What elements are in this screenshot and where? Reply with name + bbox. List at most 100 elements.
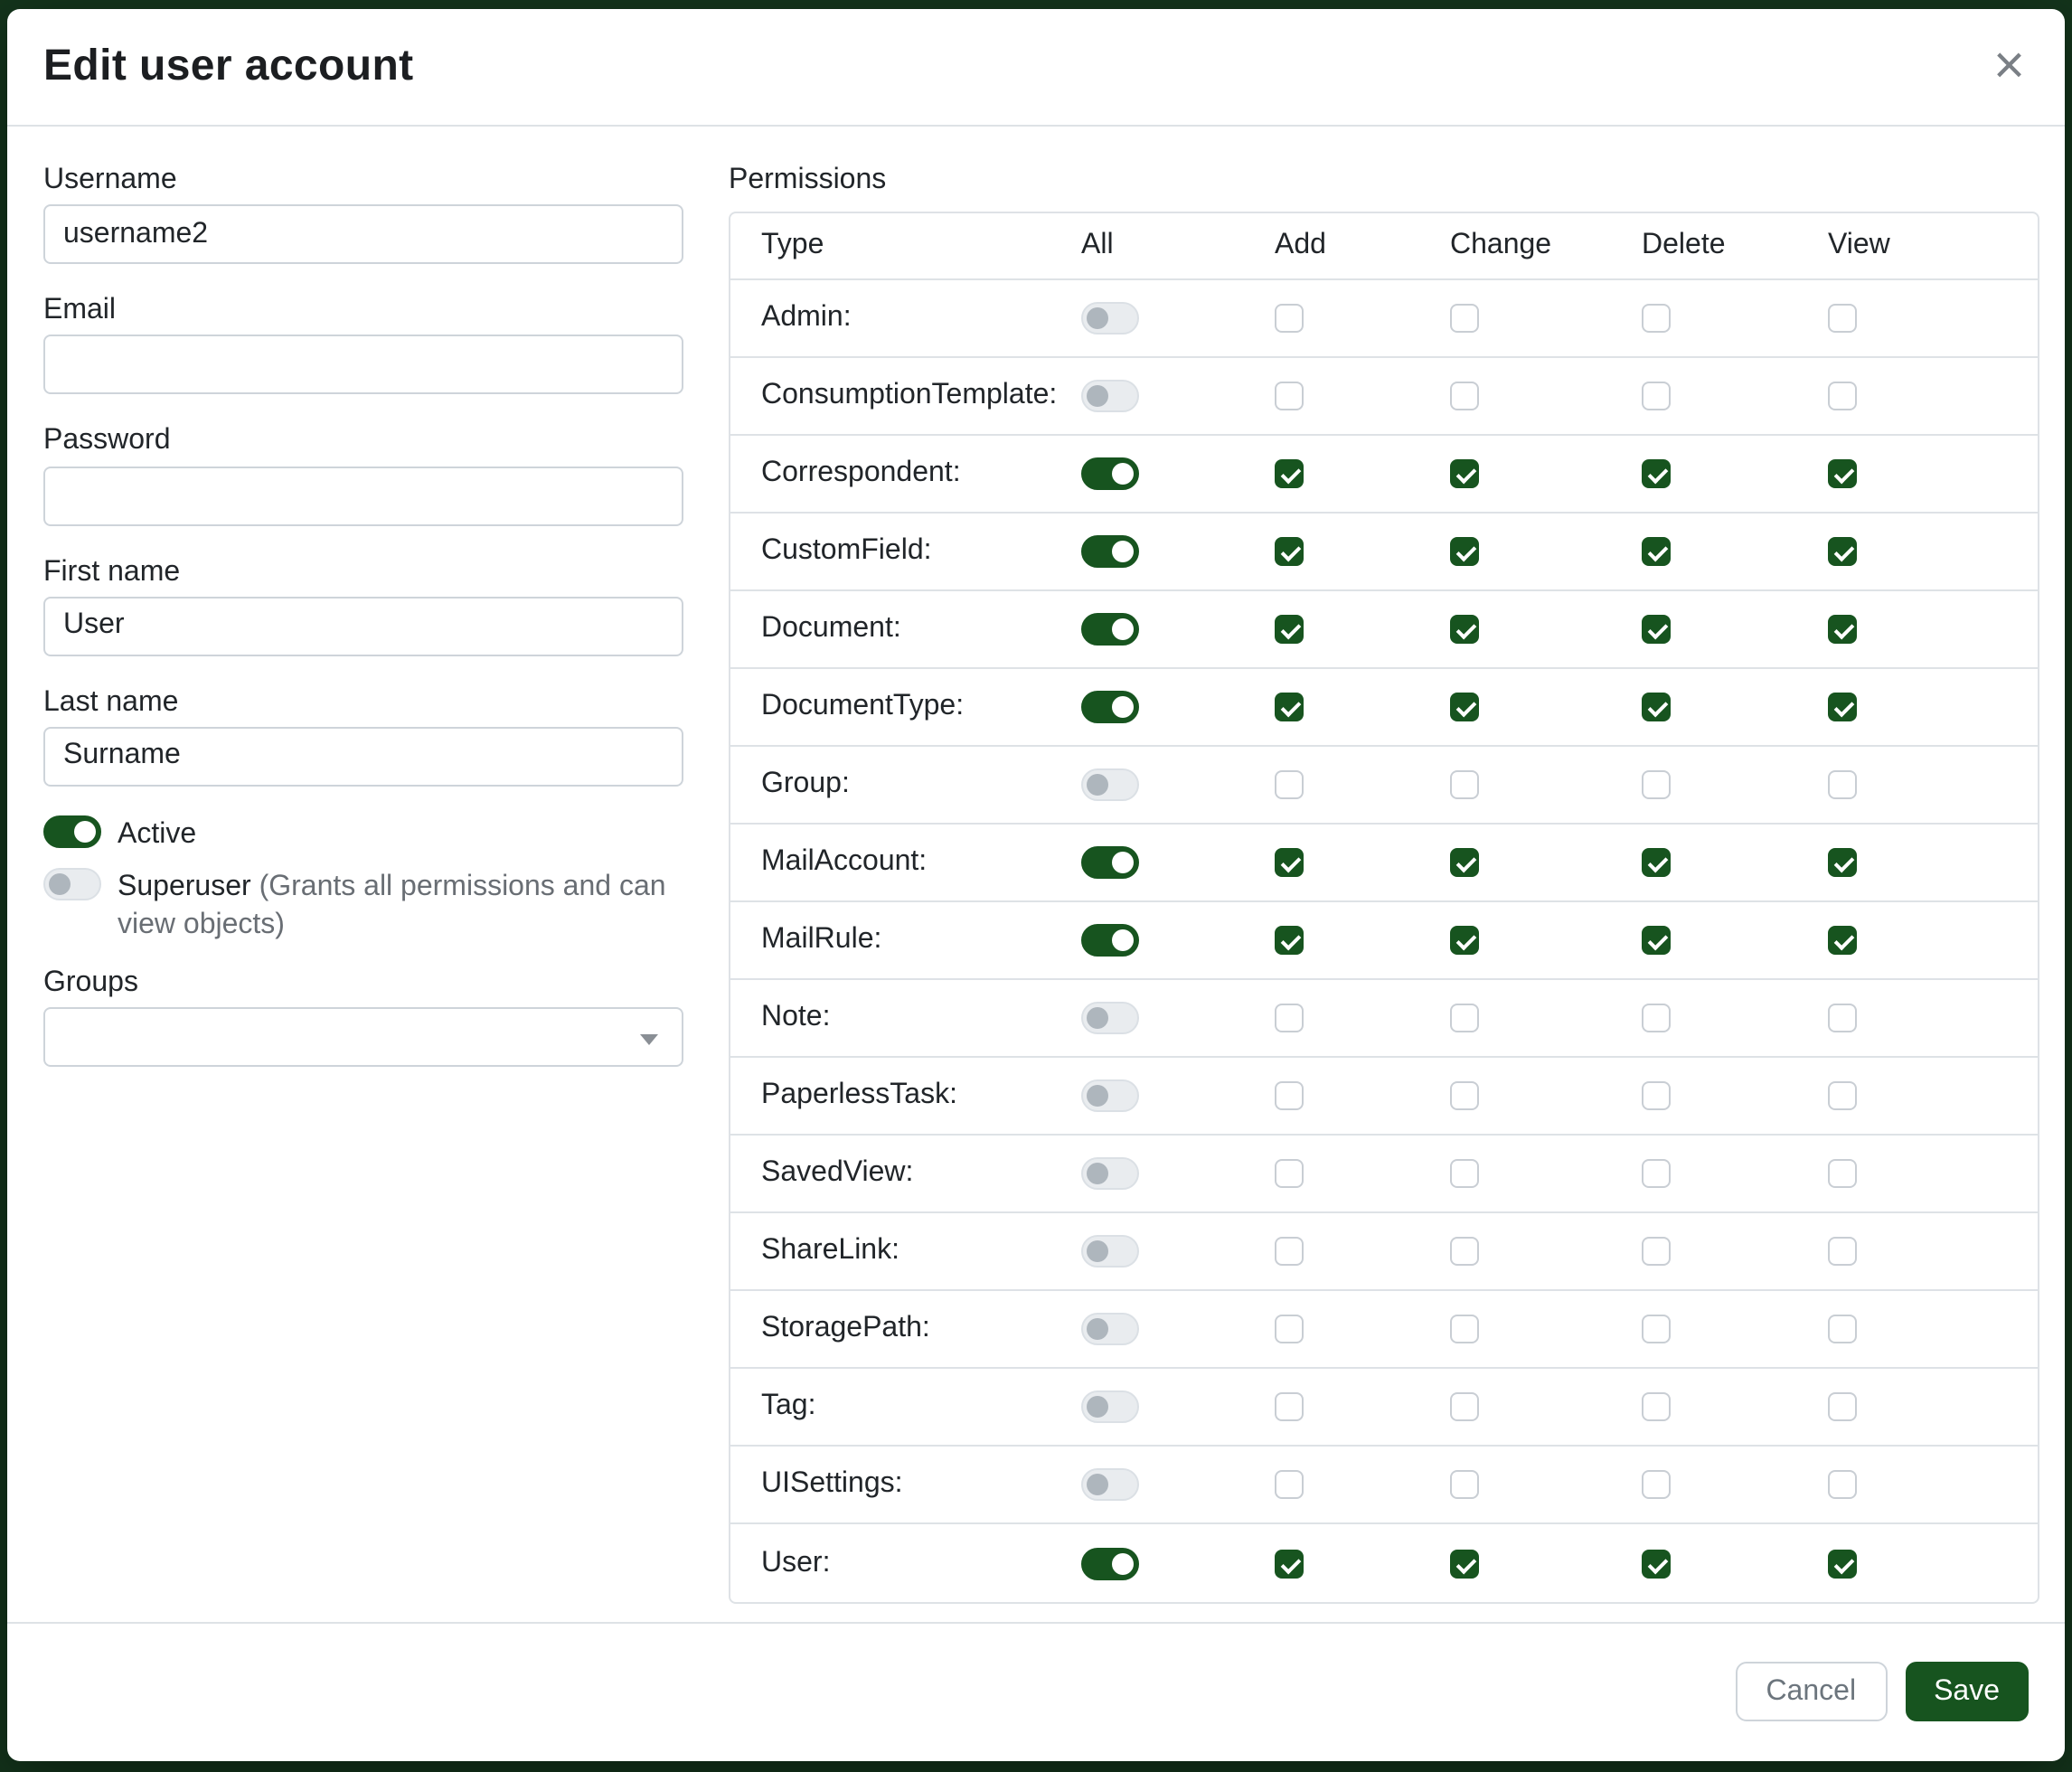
permission-delete-checkbox[interactable]	[1642, 1159, 1671, 1188]
permission-all-toggle[interactable]	[1081, 1468, 1139, 1501]
permission-view-checkbox[interactable]	[1828, 926, 1857, 955]
first-name-label: First name	[43, 554, 683, 589]
permission-view-checkbox[interactable]	[1828, 537, 1857, 566]
permission-view-checkbox[interactable]	[1828, 1237, 1857, 1266]
permission-add-checkbox[interactable]	[1275, 304, 1304, 333]
permission-delete-checkbox[interactable]	[1642, 693, 1671, 721]
permission-view-checkbox[interactable]	[1828, 459, 1857, 488]
close-icon[interactable]: ×	[1990, 40, 2029, 94]
permission-all-toggle[interactable]	[1081, 302, 1139, 335]
permission-delete-checkbox[interactable]	[1642, 537, 1671, 566]
permission-change-checkbox[interactable]	[1450, 770, 1479, 799]
permission-all-toggle[interactable]	[1081, 1235, 1139, 1268]
permission-all-toggle[interactable]	[1081, 691, 1139, 723]
permission-delete-checkbox[interactable]	[1642, 1004, 1671, 1032]
permission-delete-checkbox[interactable]	[1642, 1470, 1671, 1499]
permission-view-checkbox[interactable]	[1828, 1392, 1857, 1421]
permission-all-toggle[interactable]	[1081, 1157, 1139, 1190]
permission-delete-checkbox[interactable]	[1642, 304, 1671, 333]
permission-add-checkbox[interactable]	[1275, 693, 1304, 721]
permission-change-checkbox[interactable]	[1450, 926, 1479, 955]
email-field[interactable]	[43, 335, 683, 395]
permission-change-checkbox[interactable]	[1450, 1004, 1479, 1032]
permission-add-checkbox[interactable]	[1275, 1470, 1304, 1499]
permission-change-checkbox[interactable]	[1450, 304, 1479, 333]
permission-view-checkbox[interactable]	[1828, 770, 1857, 799]
permission-delete-checkbox[interactable]	[1642, 926, 1671, 955]
permission-delete-checkbox[interactable]	[1642, 615, 1671, 644]
superuser-toggle[interactable]	[43, 868, 101, 900]
permission-change-checkbox[interactable]	[1450, 615, 1479, 644]
permission-view-checkbox[interactable]	[1828, 693, 1857, 721]
permission-all-toggle[interactable]	[1081, 535, 1139, 568]
permission-add-checkbox[interactable]	[1275, 1392, 1304, 1421]
permission-all-toggle[interactable]	[1081, 613, 1139, 646]
permission-add-checkbox[interactable]	[1275, 770, 1304, 799]
permission-all-toggle[interactable]	[1081, 1079, 1139, 1112]
permission-all-toggle[interactable]	[1081, 768, 1139, 801]
permission-change-checkbox[interactable]	[1450, 1315, 1479, 1343]
permission-delete-checkbox[interactable]	[1642, 1081, 1671, 1110]
permission-change-checkbox[interactable]	[1450, 1237, 1479, 1266]
last-name-field[interactable]	[43, 727, 683, 787]
permission-view-checkbox[interactable]	[1828, 848, 1857, 877]
permission-change-checkbox[interactable]	[1450, 459, 1479, 488]
permission-delete-checkbox[interactable]	[1642, 1392, 1671, 1421]
permission-all-toggle[interactable]	[1081, 1547, 1139, 1579]
permission-add-checkbox[interactable]	[1275, 1004, 1304, 1032]
permission-change-checkbox[interactable]	[1450, 1159, 1479, 1188]
permission-delete-checkbox[interactable]	[1642, 1315, 1671, 1343]
permission-view-checkbox[interactable]	[1828, 1004, 1857, 1032]
permission-change-checkbox[interactable]	[1450, 382, 1479, 410]
permission-all-toggle[interactable]	[1081, 846, 1139, 879]
permission-delete-checkbox[interactable]	[1642, 1549, 1671, 1578]
permission-delete-checkbox[interactable]	[1642, 382, 1671, 410]
permission-all-toggle[interactable]	[1081, 924, 1139, 957]
active-toggle[interactable]	[43, 815, 101, 848]
permission-add-checkbox[interactable]	[1275, 459, 1304, 488]
permission-change-checkbox[interactable]	[1450, 1470, 1479, 1499]
permission-add-checkbox[interactable]	[1275, 382, 1304, 410]
permission-view-checkbox[interactable]	[1828, 1159, 1857, 1188]
permission-view-checkbox[interactable]	[1828, 1081, 1857, 1110]
permission-view-checkbox[interactable]	[1828, 1549, 1857, 1578]
permission-change-checkbox[interactable]	[1450, 1549, 1479, 1578]
permission-add-checkbox[interactable]	[1275, 1549, 1304, 1578]
permission-all-cell	[1081, 768, 1275, 801]
permission-view-checkbox[interactable]	[1828, 304, 1857, 333]
permission-delete-checkbox[interactable]	[1642, 770, 1671, 799]
permission-view-checkbox[interactable]	[1828, 1470, 1857, 1499]
permission-all-toggle[interactable]	[1081, 380, 1139, 412]
permission-view-checkbox[interactable]	[1828, 1315, 1857, 1343]
permission-view-checkbox[interactable]	[1828, 615, 1857, 644]
permission-change-checkbox[interactable]	[1450, 693, 1479, 721]
permission-change-checkbox[interactable]	[1450, 1392, 1479, 1421]
cancel-button[interactable]: Cancel	[1735, 1662, 1887, 1721]
permission-all-toggle[interactable]	[1081, 1002, 1139, 1034]
groups-select[interactable]	[43, 1007, 683, 1067]
permission-all-toggle[interactable]	[1081, 1390, 1139, 1423]
permission-all-toggle[interactable]	[1081, 1313, 1139, 1345]
permission-all-toggle[interactable]	[1081, 457, 1139, 490]
permission-add-checkbox[interactable]	[1275, 615, 1304, 644]
permission-add-checkbox[interactable]	[1275, 1237, 1304, 1266]
permission-view-checkbox[interactable]	[1828, 382, 1857, 410]
permission-delete-cell	[1642, 1549, 1828, 1578]
permission-add-checkbox[interactable]	[1275, 1315, 1304, 1343]
password-field[interactable]	[43, 466, 683, 525]
permission-add-checkbox[interactable]	[1275, 926, 1304, 955]
permission-delete-checkbox[interactable]	[1642, 848, 1671, 877]
permission-change-checkbox[interactable]	[1450, 1081, 1479, 1110]
username-input[interactable]	[43, 204, 683, 264]
permission-delete-checkbox[interactable]	[1642, 459, 1671, 488]
permission-change-checkbox[interactable]	[1450, 537, 1479, 566]
first-name-field[interactable]	[43, 597, 683, 656]
permission-add-checkbox[interactable]	[1275, 537, 1304, 566]
permission-change-checkbox[interactable]	[1450, 848, 1479, 877]
permission-add-checkbox[interactable]	[1275, 1159, 1304, 1188]
save-button[interactable]: Save	[1905, 1662, 2029, 1721]
toggle-knob	[1087, 1085, 1108, 1107]
permission-add-checkbox[interactable]	[1275, 1081, 1304, 1110]
permission-delete-checkbox[interactable]	[1642, 1237, 1671, 1266]
permission-add-checkbox[interactable]	[1275, 848, 1304, 877]
